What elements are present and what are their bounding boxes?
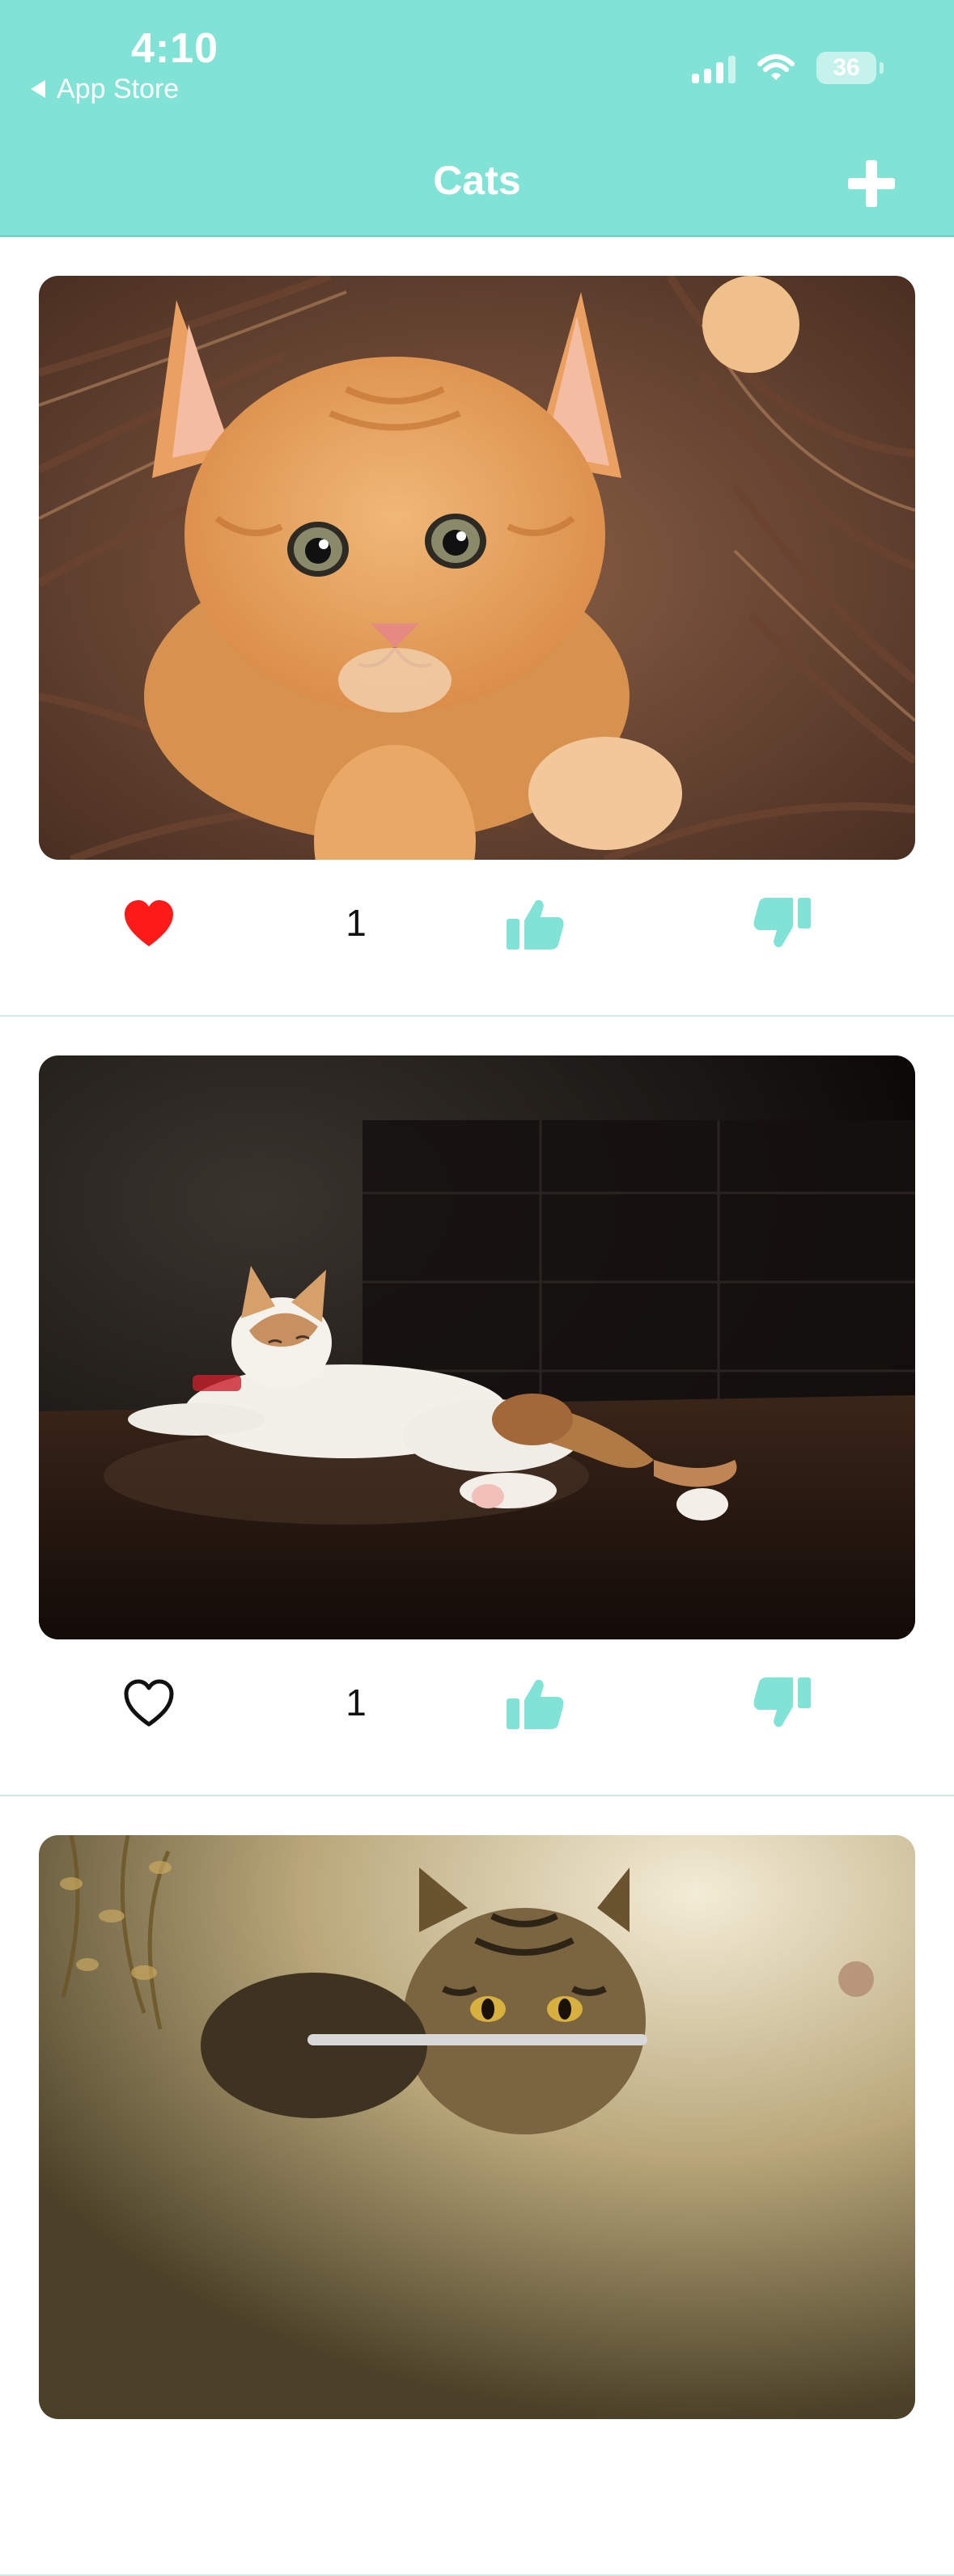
status-icons: 36	[692, 52, 884, 84]
post-card: 1	[0, 1017, 954, 1796]
back-triangle-icon	[31, 80, 45, 98]
cat-photo[interactable]	[39, 1055, 915, 1639]
home-indicator[interactable]	[307, 2034, 647, 2045]
cat-photo[interactable]	[39, 276, 915, 860]
post-actions: 1	[0, 1676, 954, 1731]
post-actions: 1	[0, 896, 954, 951]
wifi-icon	[757, 54, 795, 80]
thumbs-down-icon[interactable]	[751, 1676, 812, 1731]
thumbs-up-icon[interactable]	[505, 1676, 566, 1731]
status-time: 4:10	[131, 25, 219, 72]
add-button[interactable]	[848, 160, 895, 207]
heart-icon[interactable]	[121, 896, 176, 951]
battery-icon: 36	[816, 52, 884, 84]
back-label: App Store	[57, 73, 180, 104]
cat-photo[interactable]	[39, 1835, 915, 2419]
post-card: 1	[0, 237, 954, 1017]
thumbs-up-icon[interactable]	[505, 896, 566, 951]
header: 4:10 App Store 36 Cats	[0, 0, 954, 237]
cat-feed: 1 1	[0, 237, 954, 2576]
post-card	[0, 1796, 954, 2576]
heart-outline-icon[interactable]	[121, 1676, 176, 1731]
cellular-signal-icon	[692, 53, 736, 83]
back-to-app-store[interactable]: App Store	[31, 73, 179, 105]
thumbs-down-icon[interactable]	[751, 896, 812, 951]
page-title: Cats	[433, 158, 521, 203]
like-count: 1	[346, 902, 367, 944]
like-count: 1	[346, 1681, 367, 1724]
